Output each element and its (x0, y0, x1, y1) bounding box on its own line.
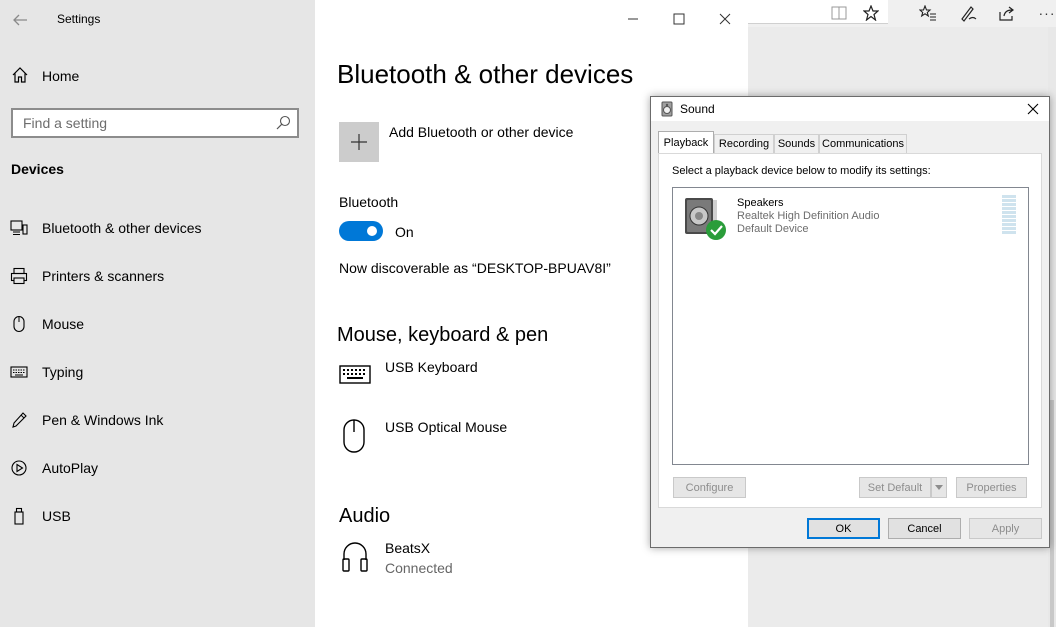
keyboard-icon (339, 362, 373, 388)
sidebar-item-mouse[interactable]: Mouse (0, 304, 315, 344)
device-name[interactable]: USB Optical Mouse (385, 419, 507, 435)
tab-playback[interactable]: Playback (658, 131, 714, 154)
configure-button[interactable]: Configure (673, 477, 746, 498)
add-device-label[interactable]: Add Bluetooth or other device (389, 124, 573, 140)
sound-dialog-titlebar[interactable]: Sound (651, 97, 1049, 121)
maximize-button[interactable] (668, 8, 690, 30)
sidebar-item-printers[interactable]: Printers & scanners (0, 256, 315, 296)
close-button[interactable] (1025, 101, 1041, 117)
tab-recording[interactable]: Recording (714, 134, 774, 153)
sidebar-item-label: Mouse (42, 316, 85, 332)
sidebar-item-label: Printers & scanners (42, 268, 165, 284)
share-icon[interactable] (996, 3, 1018, 23)
toggle-knob (367, 226, 377, 236)
device-name[interactable]: USB Keyboard (385, 359, 478, 375)
home-link[interactable]: Home (42, 68, 79, 84)
devices-section-title: Devices (11, 161, 64, 177)
list-item-speakers[interactable]: Speakers Realtek High Definition Audio D… (673, 188, 1028, 240)
sidebar-item-autoplay[interactable]: AutoPlay (0, 448, 315, 488)
audio-heading: Audio (339, 505, 391, 527)
sidebar-item-label: Typing (42, 364, 84, 380)
search-placeholder: Find a setting (23, 115, 108, 131)
favorites-list-icon[interactable] (917, 3, 939, 23)
discoverable-text: Now discoverable as “DESKTOP-BPUAV8I” (339, 260, 611, 276)
set-default-dropdown[interactable] (931, 477, 947, 498)
mouse-icon (341, 418, 369, 454)
speaker-device-icon (681, 196, 727, 242)
settings-window-title: Settings (57, 12, 101, 26)
back-arrow-icon[interactable] (11, 11, 29, 29)
keyboard-icon (10, 363, 28, 381)
usb-icon (10, 507, 28, 525)
home-icon (11, 66, 31, 86)
volume-level-meter (1002, 195, 1016, 237)
instruction-text: Select a playback device below to modify… (672, 165, 931, 177)
sidebar-item-bluetooth[interactable]: Bluetooth & other devices (0, 208, 315, 248)
page-title: Bluetooth & other devices (337, 59, 634, 89)
default-check-icon (706, 220, 726, 240)
device-name: Speakers (737, 197, 784, 209)
sidebar-item-label: USB (42, 508, 71, 524)
sidebar-item-label: Bluetooth & other devices (42, 220, 202, 236)
apply-button[interactable]: Apply (969, 518, 1042, 539)
speaker-app-icon (660, 101, 676, 117)
bluetooth-label: Bluetooth (339, 194, 399, 210)
bluetooth-state: On (395, 224, 414, 240)
device-driver: Realtek High Definition Audio (737, 210, 880, 222)
sound-dialog: Sound Playback Recording Sounds Communic… (650, 96, 1050, 548)
headphones-icon (341, 540, 371, 574)
printer-icon (10, 267, 28, 285)
settings-window: Settings Home Find a setting Devices Blu… (0, 0, 748, 627)
reading-view-icon[interactable] (828, 3, 850, 23)
set-default-button[interactable]: Set Default (859, 477, 931, 498)
favorite-star-icon[interactable] (860, 3, 882, 23)
sidebar-item-typing[interactable]: Typing (0, 352, 315, 392)
autoplay-icon (10, 459, 28, 477)
sidebar-item-label: AutoPlay (42, 460, 99, 476)
web-note-pen-icon[interactable] (957, 3, 979, 23)
minimize-button[interactable] (622, 8, 644, 30)
pen-icon (10, 411, 28, 429)
sound-dialog-title: Sound (680, 102, 715, 116)
mouse-keyboard-pen-heading: Mouse, keyboard & pen (337, 324, 549, 346)
close-button[interactable] (714, 8, 736, 30)
bluetooth-devices-icon (10, 219, 28, 237)
ok-button[interactable]: OK (807, 518, 880, 539)
device-status: Default Device (737, 223, 809, 235)
properties-button[interactable]: Properties (956, 477, 1027, 498)
tab-communications[interactable]: Communications (819, 134, 907, 153)
sidebar-item-label: Pen & Windows Ink (42, 412, 164, 428)
more-options-icon[interactable]: ··· (1036, 3, 1056, 23)
device-status: Connected (385, 560, 453, 576)
playback-device-list[interactable]: Speakers Realtek High Definition Audio D… (672, 187, 1029, 465)
tab-sounds[interactable]: Sounds (774, 134, 819, 153)
chevron-down-icon (935, 484, 943, 490)
add-device-button[interactable] (339, 122, 379, 162)
sidebar-item-usb[interactable]: USB (0, 496, 315, 536)
cancel-button[interactable]: Cancel (888, 518, 961, 539)
find-setting-search-input[interactable]: Find a setting (11, 108, 299, 138)
search-icon[interactable] (275, 115, 291, 131)
device-name[interactable]: BeatsX (385, 540, 430, 556)
browser-scrollbar[interactable] (1050, 400, 1054, 627)
settings-sidebar: Settings Home Find a setting Devices Blu… (0, 0, 315, 627)
plus-icon (351, 134, 367, 150)
mouse-icon (10, 315, 28, 333)
bluetooth-toggle[interactable] (339, 221, 383, 241)
sidebar-item-pen[interactable]: Pen & Windows Ink (0, 400, 315, 440)
